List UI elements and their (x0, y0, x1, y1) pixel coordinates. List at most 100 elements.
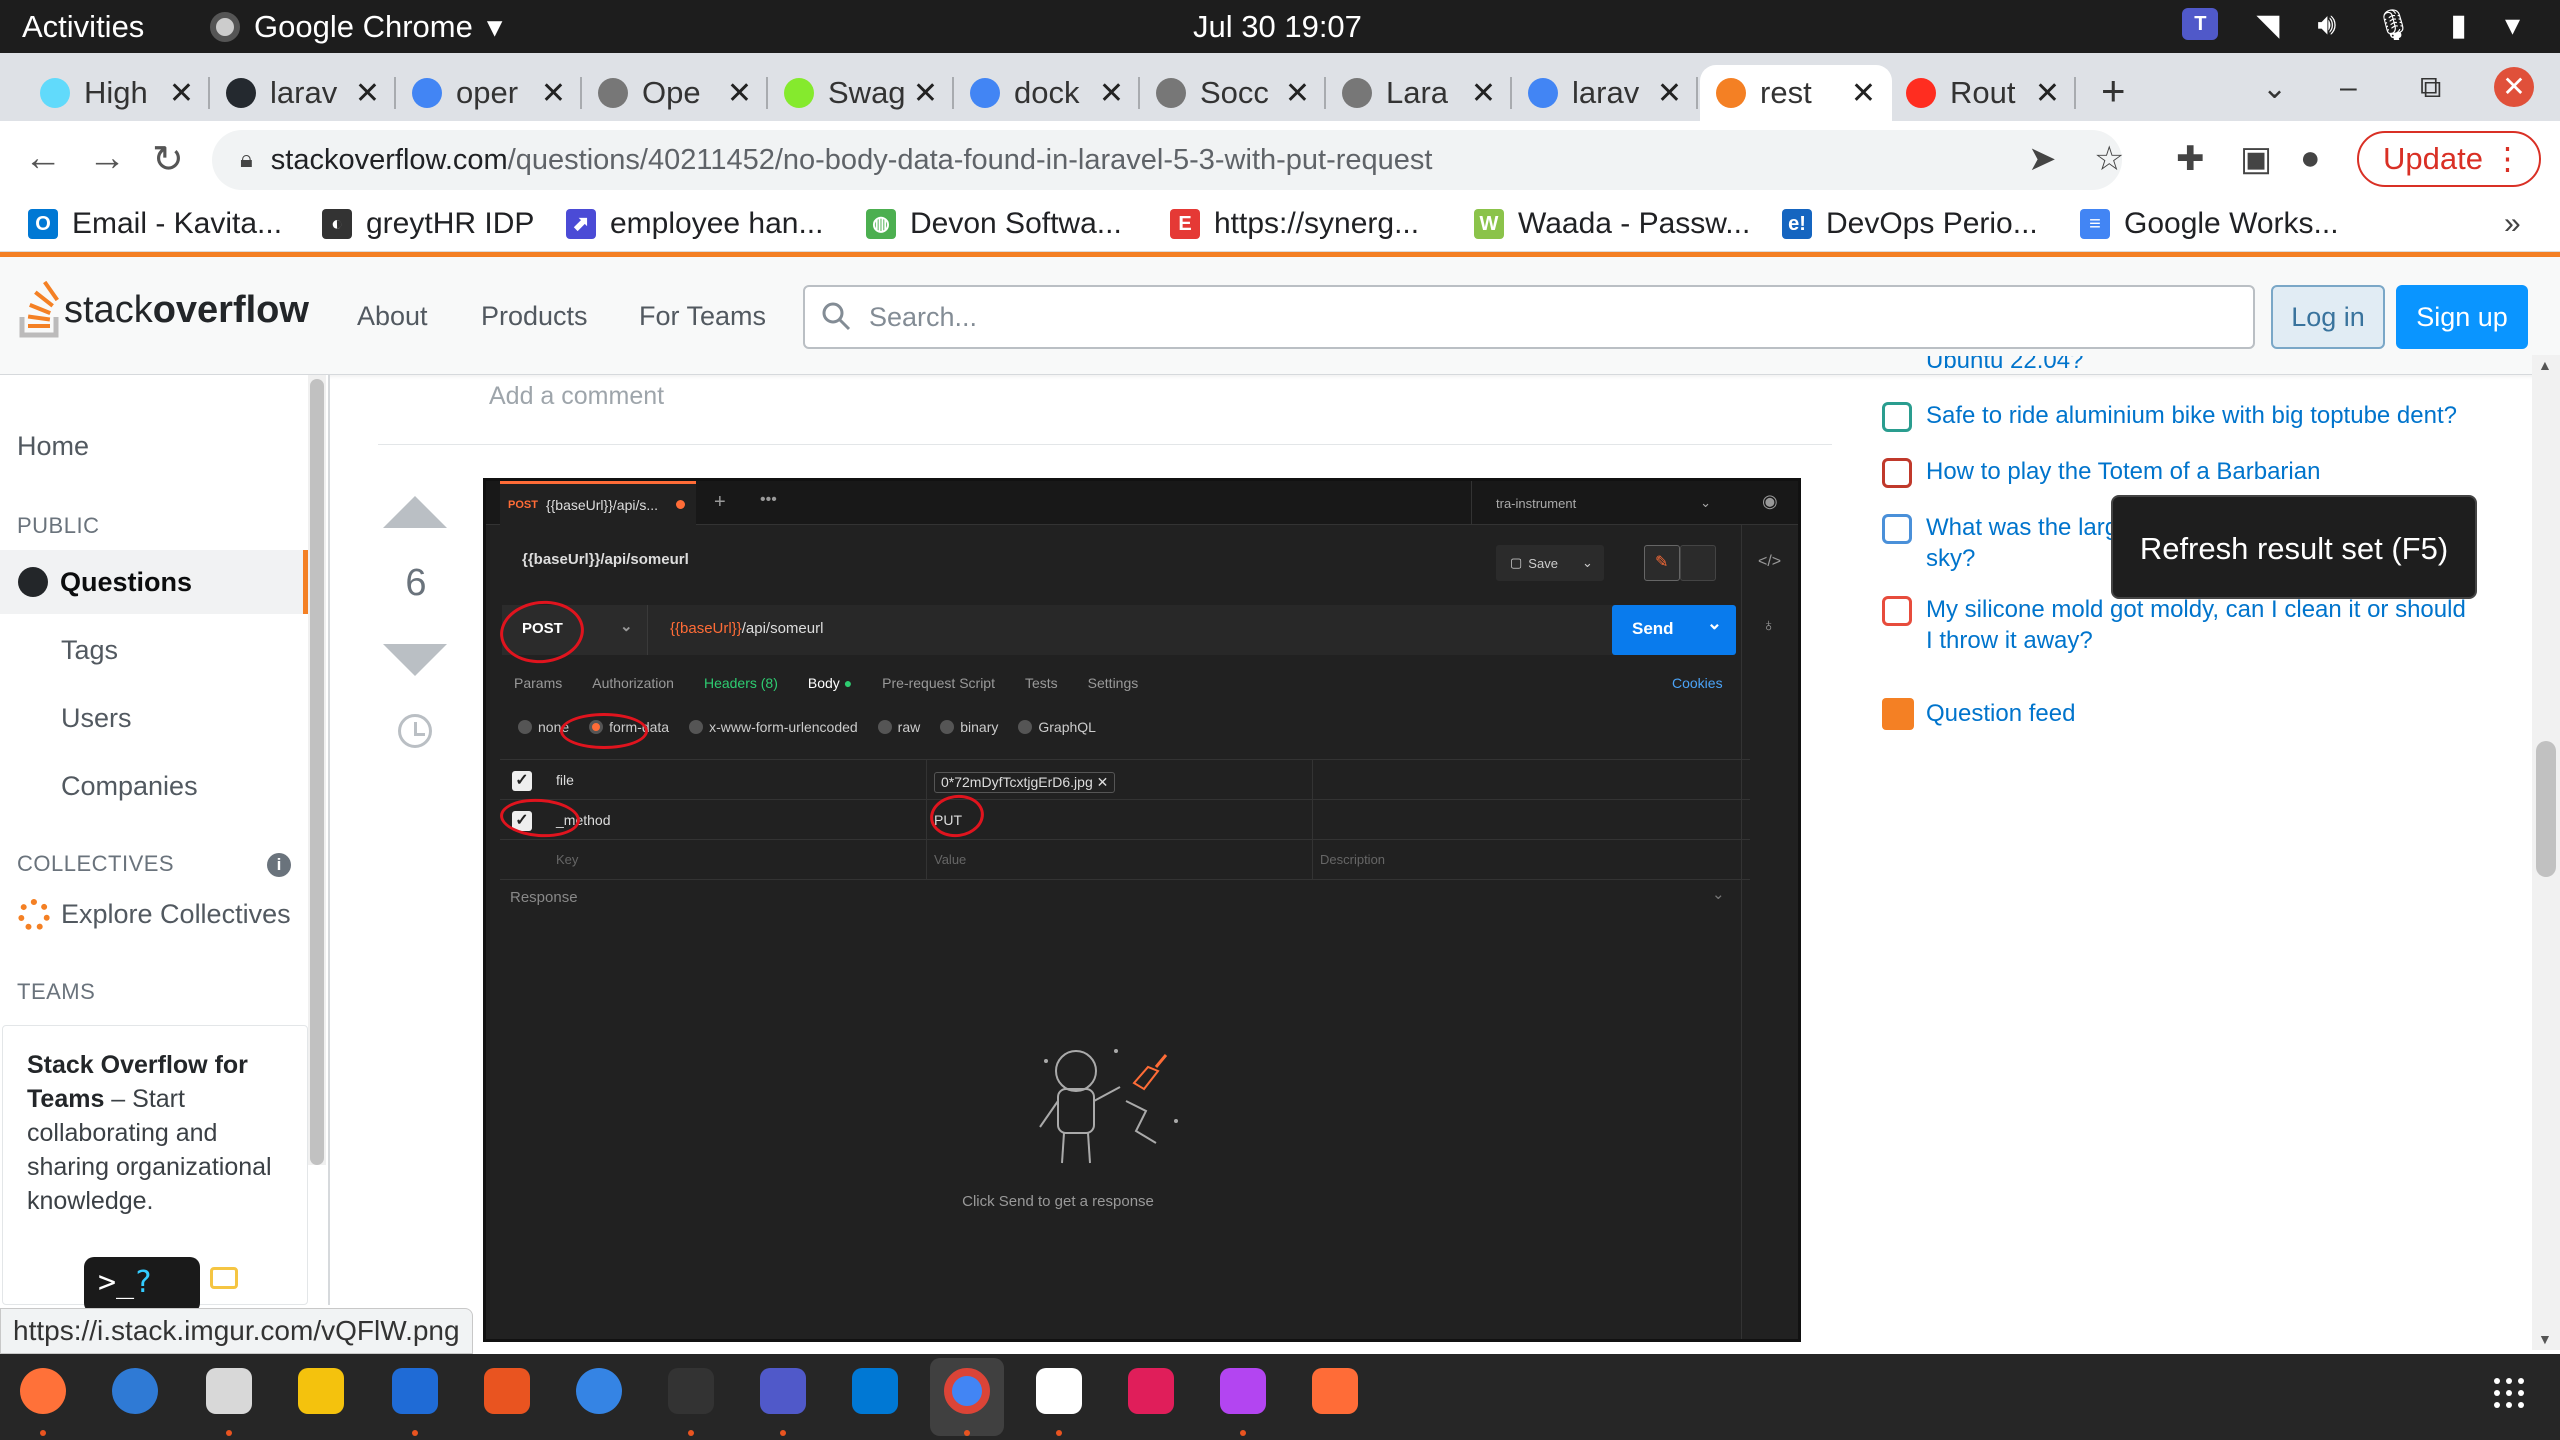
tab-close-icon[interactable]: ✕ (913, 76, 938, 111)
search-input[interactable]: Search... (803, 285, 2255, 349)
show-apps-icon[interactable] (2494, 1378, 2524, 1408)
nav-about[interactable]: About (357, 301, 428, 332)
slack-icon[interactable] (1128, 1368, 1174, 1414)
signup-button[interactable]: Sign up (2396, 285, 2528, 349)
postman-icon[interactable] (1036, 1368, 1082, 1414)
address-bar[interactable]: 🔒︎ stackoverflow.com/questions/40211452/… (212, 130, 2122, 190)
restore-icon[interactable]: ⧉ (2420, 71, 2441, 105)
browser-tab[interactable]: Lara ✕ (1326, 65, 1512, 121)
window-close-icon[interactable]: ✕ (2494, 67, 2534, 107)
hot-question-link[interactable]: Ubuntu 22.04? (1926, 356, 2476, 374)
scroll-up-icon[interactable]: ▲ (2538, 357, 2552, 373)
browser-tab[interactable]: Swag ✕ (768, 65, 954, 121)
reload-icon[interactable]: ↻ (152, 137, 184, 182)
add-comment-link[interactable]: Add a comment (489, 382, 664, 411)
browser-tab[interactable]: larav ✕ (210, 65, 396, 121)
history-icon[interactable] (398, 714, 432, 748)
system-tray[interactable]: T ◥ 🔊︎ 🎙︎ ▮ ▾ (2182, 8, 2520, 43)
forward-icon[interactable]: → (88, 137, 126, 180)
app-menu[interactable]: Google Chrome ▾ (210, 9, 502, 45)
hot-question-link[interactable]: How to play the Totem of a Barbarian (1926, 456, 2476, 487)
chrome-icon[interactable] (944, 1368, 990, 1414)
tab-close-icon[interactable]: ✕ (1099, 76, 1124, 111)
nav-tags[interactable]: Tags (61, 635, 118, 666)
bookmark-item[interactable]: W Waada - Passw... (1474, 207, 1750, 241)
minimize-icon[interactable]: – (2340, 71, 2357, 105)
firefox-icon[interactable] (20, 1368, 66, 1414)
power-menu-icon[interactable]: ▾ (2505, 8, 2520, 43)
nav-home[interactable]: Home (17, 431, 89, 462)
question-feed-link[interactable]: Question feed (1926, 698, 2476, 729)
media-icon[interactable]: ▣ (2240, 139, 2272, 179)
hot-question-link[interactable]: My silicone mold got moldy, can I clean … (1926, 594, 2476, 656)
bookmark-item[interactable]: e! DevOps Perio... (1782, 207, 2038, 241)
teams-icon[interactable] (760, 1368, 806, 1414)
tab-close-icon[interactable]: ✕ (1851, 76, 1876, 111)
bookmark-item[interactable]: ⬈ employee han... (566, 207, 823, 241)
browser-tab[interactable]: dock ✕ (954, 65, 1140, 121)
tab-close-icon[interactable]: ✕ (1471, 76, 1496, 111)
bookmark-item[interactable]: Ehttps://synerg... (1170, 207, 1419, 241)
so-logo[interactable]: stack overflow (18, 281, 309, 339)
phpstorm-icon[interactable] (1220, 1368, 1266, 1414)
browser-tab[interactable]: Rout ✕ (1890, 65, 2076, 121)
rss-feed-icon[interactable] (1882, 698, 1914, 730)
tab-close-icon[interactable]: ✕ (727, 76, 752, 111)
files-icon[interactable] (206, 1368, 252, 1414)
hot-question-link[interactable]: Safe to ride aluminium bike with big top… (1926, 400, 2476, 431)
tab-close-icon[interactable]: ✕ (541, 76, 566, 111)
bookmark-item[interactable]: ◍ Devon Softwa... (866, 207, 1122, 241)
tab-close-icon[interactable]: ✕ (2035, 76, 2060, 111)
tab-close-icon[interactable]: ✕ (1657, 76, 1682, 111)
activities-button[interactable]: Activities (22, 9, 144, 45)
profile-icon[interactable]: ● (2300, 139, 2321, 178)
tab-close-icon[interactable]: ✕ (169, 76, 194, 111)
browser-tab[interactable]: Ope ✕ (582, 65, 768, 121)
upvote-icon[interactable] (383, 496, 447, 528)
software-icon[interactable] (484, 1368, 530, 1414)
tab-search-icon[interactable]: ⌄ (2262, 71, 2287, 106)
extensions-icon[interactable]: ✚ (2176, 139, 2205, 179)
postman-orange-icon[interactable] (1312, 1368, 1358, 1414)
login-button[interactable]: Log in (2271, 285, 2385, 349)
nav-for-teams[interactable]: For Teams (639, 301, 766, 332)
terminal-icon[interactable] (668, 1368, 714, 1414)
bookmarks-overflow-icon[interactable]: » (2504, 207, 2521, 241)
writer-icon[interactable] (392, 1368, 438, 1414)
page-scrollbar-thumb[interactable] (2536, 741, 2556, 877)
downvote-icon[interactable] (383, 644, 447, 676)
bookmark-item[interactable]: O Email - Kavita... (28, 207, 282, 241)
vscode-icon[interactable] (852, 1368, 898, 1414)
sidebar-scrollbar[interactable] (308, 375, 326, 1165)
browser-tab[interactable]: rest ✕ (1700, 65, 1892, 121)
bookmark-item[interactable]: ◐ greytHR IDP (322, 207, 534, 241)
sidebar-scrollbar-thumb[interactable] (310, 379, 324, 1165)
rhythmbox-icon[interactable] (298, 1368, 344, 1414)
nav-questions[interactable]: Questions (0, 550, 308, 614)
back-icon[interactable]: ← (24, 137, 62, 180)
browser-tab[interactable]: Socc ✕ (1140, 65, 1326, 121)
scroll-down-icon[interactable]: ▼ (2538, 1331, 2552, 1347)
send-tab-icon[interactable]: ➤ (2028, 139, 2057, 179)
clock[interactable]: Jul 30 19:07 (1193, 9, 1362, 45)
tab-close-icon[interactable]: ✕ (1285, 76, 1310, 111)
tab-close-icon[interactable]: ✕ (355, 76, 380, 111)
thunderbird-icon[interactable] (112, 1368, 158, 1414)
new-tab-button[interactable]: + (2101, 67, 2126, 115)
help-icon[interactable] (576, 1368, 622, 1414)
teams-tray-icon[interactable]: T (2182, 8, 2219, 40)
browser-tab[interactable]: oper ✕ (396, 65, 582, 121)
browser-tab[interactable]: High ✕ (24, 65, 210, 121)
info-icon[interactable]: i (267, 853, 291, 877)
browser-tab[interactable]: larav ✕ (1512, 65, 1698, 121)
update-button[interactable]: Update ⋮ (2357, 131, 2541, 187)
nav-explore-collectives[interactable]: Explore Collectives (61, 899, 291, 930)
nav-companies[interactable]: Companies (61, 771, 198, 802)
answer-screenshot[interactable]: POST {{baseUrl}}/api/s... + ••• tra-instr… (483, 478, 1801, 1342)
page-scrollbar[interactable]: ▲ ▼ (2532, 355, 2560, 1350)
bookmark-star-icon[interactable]: ☆ (2094, 139, 2124, 179)
nav-products[interactable]: Products (481, 301, 588, 332)
bookmark-item[interactable]: ≡ Google Works... (2080, 207, 2339, 241)
lock-icon[interactable]: 🔒︎ (240, 146, 253, 174)
nav-users[interactable]: Users (61, 703, 132, 734)
